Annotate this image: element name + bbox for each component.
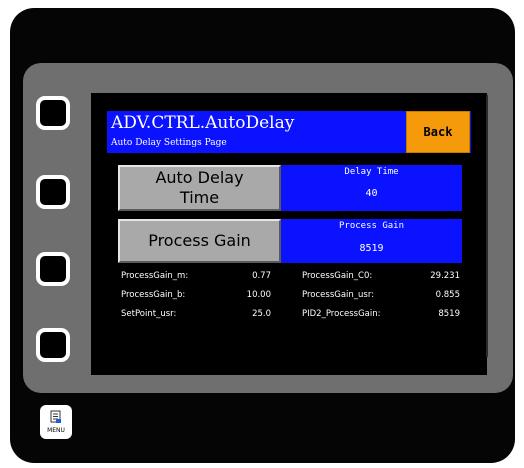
param-label: SetPoint_usr: bbox=[121, 309, 177, 319]
process-gain-label: Process Gain bbox=[338, 221, 405, 231]
param-value: 29.231 bbox=[430, 271, 460, 281]
process-gain-button[interactable]: Process Gain bbox=[118, 219, 281, 263]
delay-time-label: Delay Time bbox=[344, 167, 399, 177]
param-label: ProcessGain_b: bbox=[121, 290, 186, 300]
delay-time-value: 40 bbox=[365, 188, 378, 199]
menu-button[interactable]: MENU bbox=[40, 405, 72, 439]
auto-delay-time-button[interactable]: Auto Delay Time bbox=[118, 165, 281, 211]
param-value: 8519 bbox=[438, 309, 460, 319]
side-button-2[interactable] bbox=[36, 175, 70, 209]
param-value: 10.00 bbox=[246, 290, 271, 300]
side-button-1[interactable] bbox=[36, 96, 70, 130]
side-button-3[interactable] bbox=[36, 252, 70, 286]
param-label: ProcessGain_usr: bbox=[302, 290, 375, 300]
process-gain-panel[interactable]: Process Gain 8519 bbox=[281, 219, 462, 263]
side-button-4[interactable] bbox=[36, 328, 70, 362]
page-subtitle: Auto Delay Settings Page bbox=[111, 138, 227, 148]
param-value: 0.77 bbox=[252, 271, 271, 281]
process-gain-value: 8519 bbox=[359, 243, 384, 254]
param-value: 25.0 bbox=[252, 309, 271, 319]
page-title: ADV.CTRL.AutoDelay bbox=[111, 113, 295, 133]
param-label: ProcessGain_m: bbox=[121, 271, 189, 281]
back-button[interactable]: Back bbox=[406, 111, 470, 153]
menu-label: MENU bbox=[47, 427, 65, 434]
screen-divider bbox=[486, 95, 488, 357]
delay-time-panel[interactable]: Delay Time 40 bbox=[281, 165, 462, 211]
param-label: ProcessGain_C0: bbox=[302, 271, 373, 281]
param-label: PID2_ProcessGain: bbox=[302, 309, 381, 319]
auto-delay-time-label: Auto Delay Time bbox=[155, 168, 244, 207]
param-value: 0.855 bbox=[435, 290, 460, 300]
menu-icon bbox=[50, 410, 61, 423]
